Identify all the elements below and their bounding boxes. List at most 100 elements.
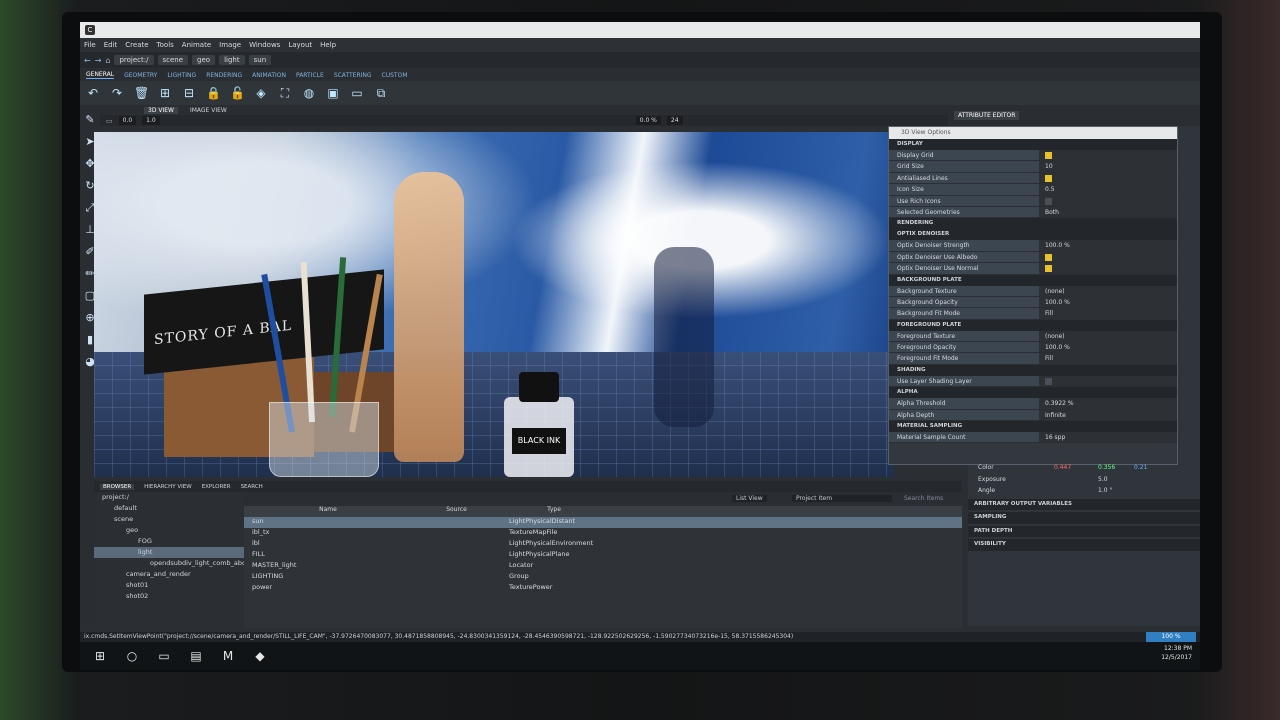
globe-icon[interactable]: ◍ [302, 86, 316, 100]
menu-help[interactable]: Help [320, 41, 336, 49]
near-field[interactable]: 0.0 [118, 116, 137, 125]
back-arrow-icon[interactable]: ← [84, 56, 91, 65]
tree-item[interactable]: scene [94, 514, 244, 525]
angle-value[interactable]: 1.0 ° [1098, 487, 1112, 494]
dialog-row-value[interactable] [1039, 150, 1177, 161]
dialog-section[interactable]: RENDERING [889, 218, 1177, 230]
tree-item[interactable]: FOG [94, 536, 244, 547]
tab-explorer[interactable]: EXPLORER [202, 484, 231, 490]
command-line[interactable]: ix.cmds.SetItemViewPoint("project://scen… [80, 632, 1200, 642]
dialog-row-value[interactable]: (none) [1039, 330, 1177, 342]
far-field[interactable]: 1.0 [142, 116, 160, 125]
checkbox[interactable] [1045, 253, 1052, 261]
tab-search[interactable]: SEARCH [241, 484, 263, 490]
dialog-row-value[interactable] [1039, 195, 1177, 206]
tab-image-view[interactable]: IMAGE VIEW [186, 107, 231, 114]
tab-scattering[interactable]: SCATTERING [334, 72, 372, 79]
frame-field[interactable]: 24 [666, 116, 683, 125]
folder-icon[interactable]: ▣ [326, 86, 340, 100]
tree-item[interactable]: project:/ [94, 492, 244, 503]
dialog-row-value[interactable]: Fill [1039, 353, 1177, 364]
dialog-section[interactable]: BACKGROUND PLATE [889, 274, 1177, 286]
table-row[interactable]: FILL LightPhysicalPlane [244, 550, 962, 561]
crumb-sun[interactable]: sun [248, 55, 272, 65]
tab-custom[interactable]: CUSTOM [382, 72, 408, 79]
clarisse-app-icon[interactable]: ◆ [252, 649, 268, 663]
dialog-row-value[interactable] [1039, 375, 1177, 387]
table-row[interactable]: ibl_tx TextureMapFile [244, 528, 962, 539]
dialog-row-value[interactable]: Fill [1039, 308, 1177, 319]
dialog-section[interactable]: MATERIAL SAMPLING [889, 421, 1177, 433]
color-g-value[interactable]: 0.356 [1098, 464, 1134, 471]
cortana-icon[interactable]: ○ [124, 649, 140, 663]
app-m-icon[interactable]: M [220, 649, 236, 663]
dialog-row-value[interactable]: 10 [1039, 161, 1177, 172]
menu-layout[interactable]: Layout [288, 41, 312, 49]
tree-item-selected[interactable]: light [94, 547, 244, 558]
color-r-value[interactable]: 0.447 [1054, 464, 1098, 471]
header-source[interactable]: Source [404, 506, 509, 517]
dialog-row-value[interactable]: 16 spp [1039, 432, 1177, 443]
dialog-row-value[interactable]: 100.0 % [1039, 240, 1177, 251]
table-row[interactable]: ibl LightPhysicalEnvironment [244, 539, 962, 550]
hierarchy-alt-icon[interactable]: ⊟ [182, 86, 196, 100]
undo-icon[interactable]: ↶ [86, 86, 100, 100]
tab-3d-view[interactable]: 3D VIEW [144, 106, 178, 114]
color-b-value[interactable]: 0.21 [1134, 464, 1147, 471]
camera-icon[interactable]: ▭ [106, 117, 113, 125]
dialog-row-value[interactable]: 100.0 % [1039, 342, 1177, 353]
dialog-row-value[interactable]: 0.5 [1039, 184, 1177, 195]
dialog-row-value[interactable] [1039, 251, 1177, 263]
file-explorer-icon[interactable]: ▤ [188, 649, 204, 663]
unlock-icon[interactable]: 🔓 [230, 86, 245, 100]
item-filter-select[interactable]: Project Item [792, 495, 892, 502]
forward-arrow-icon[interactable]: → [95, 56, 102, 65]
tab-browser[interactable]: BROWSER [100, 483, 135, 490]
checkbox[interactable] [1045, 174, 1052, 182]
checkbox[interactable] [1045, 152, 1052, 159]
tab-geometry[interactable]: GEOMETRY [124, 72, 157, 79]
menu-image[interactable]: Image [219, 41, 241, 49]
frame-icon[interactable]: ⛶ [278, 86, 292, 100]
eyedropper-icon[interactable]: ✎ [83, 113, 97, 127]
tab-particle[interactable]: PARTICLE [296, 72, 324, 79]
dialog-section[interactable]: DISPLAY [889, 139, 1177, 150]
tree-item[interactable]: default [94, 503, 244, 514]
tab-attribute-editor[interactable]: ATTRIBUTE EDITOR [954, 111, 1020, 120]
menu-animate[interactable]: Animate [182, 41, 211, 49]
tree-item[interactable]: camera_and_render [94, 569, 244, 580]
crumb-geo[interactable]: geo [192, 55, 216, 65]
redo-icon[interactable]: ↷ [110, 86, 124, 100]
hierarchy-icon[interactable]: ⊞ [158, 86, 172, 100]
section-visibility[interactable]: VISIBILITY [968, 539, 1200, 551]
lock-icon[interactable]: 🔒 [206, 86, 221, 100]
delete-icon[interactable]: 🗑 [134, 86, 149, 100]
menu-windows[interactable]: Windows [249, 41, 280, 49]
crumb-light[interactable]: light [219, 55, 245, 65]
search-input[interactable]: Search Items [904, 495, 943, 502]
tab-lighting[interactable]: LIGHTING [167, 72, 196, 79]
dialog-section[interactable]: OPTIX DENOISER [889, 229, 1177, 241]
windows-start-icon[interactable]: ⊞ [92, 649, 108, 663]
cube-icon[interactable]: ◈ [254, 86, 268, 100]
table-row[interactable]: LIGHTING Group [244, 572, 962, 583]
tree-item[interactable]: shot01 [94, 580, 244, 591]
home-icon[interactable]: ⌂ [105, 56, 110, 65]
dialog-row-value[interactable]: 100.0 % [1039, 296, 1177, 308]
tab-general[interactable]: GENERAL [86, 71, 115, 79]
crumb-scene[interactable]: scene [157, 55, 189, 65]
table-row[interactable]: MASTER_light Locator [244, 561, 962, 572]
dialog-section[interactable]: ALPHA [889, 387, 1177, 399]
dialog-section[interactable]: FOREGROUND PLATE [889, 319, 1177, 331]
section-aov[interactable]: ARBITRARY OUTPUT VARIABLES [968, 498, 1200, 510]
menu-tools[interactable]: Tools [157, 41, 174, 49]
header-name[interactable]: Name [244, 506, 404, 517]
comment-icon[interactable]: ▭ [350, 86, 364, 100]
dialog-row-value[interactable]: Both [1039, 206, 1177, 218]
tab-rendering[interactable]: RENDERING [206, 72, 242, 79]
checkbox[interactable] [1045, 377, 1052, 385]
crumb-project[interactable]: project:/ [114, 55, 154, 65]
tab-animation[interactable]: ANIMATION [252, 72, 286, 79]
dialog-row-value[interactable]: (none) [1039, 285, 1177, 296]
dialog-row-value[interactable] [1039, 263, 1177, 274]
